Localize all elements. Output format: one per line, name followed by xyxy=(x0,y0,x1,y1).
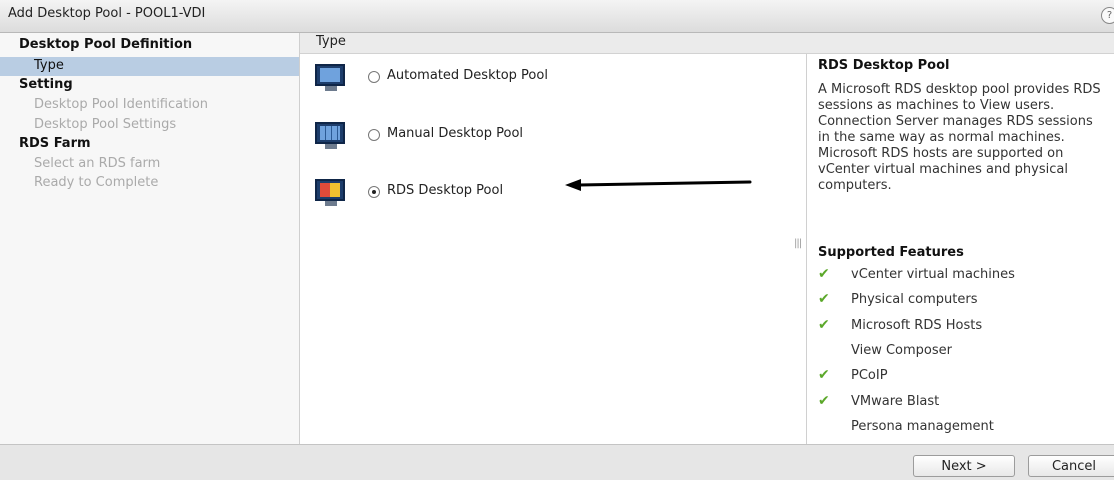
sidebar-heading-definition: Desktop Pool Definition xyxy=(19,37,193,52)
feature-item: ✔ Microsoft RDS Hosts xyxy=(818,317,1108,337)
option-manual-desktop-pool[interactable]: Manual Desktop Pool xyxy=(315,122,785,156)
check-icon: ✔ xyxy=(818,266,830,282)
option-automated-desktop-pool[interactable]: Automated Desktop Pool xyxy=(315,64,785,98)
panel-resize-grip-icon[interactable]: ||| xyxy=(794,238,802,249)
feature-label: Microsoft RDS Hosts xyxy=(851,317,983,333)
sidebar-step-select-rds-farm[interactable]: Select an RDS farm xyxy=(34,156,160,171)
sidebar-heading-setting: Setting xyxy=(19,77,73,92)
sidebar-step-pool-identification[interactable]: Desktop Pool Identification xyxy=(34,97,208,112)
window-title: Add Desktop Pool - POOL1-VDI xyxy=(8,6,206,21)
pool-type-options: Automated Desktop Pool Manual Desktop Po… xyxy=(300,54,805,444)
help-icon[interactable]: ? xyxy=(1101,7,1114,24)
check-icon: ✔ xyxy=(818,367,830,384)
panel-divider xyxy=(806,54,807,444)
section-title: Type xyxy=(316,34,346,49)
arrow-annotation-icon xyxy=(565,179,752,191)
check-icon: ✔ xyxy=(818,291,830,308)
window-titlebar: Add Desktop Pool - POOL1-VDI ? xyxy=(0,0,1114,33)
check-icon: ✔ xyxy=(818,316,830,333)
automated-pool-icon xyxy=(315,64,345,91)
next-button[interactable]: Next > xyxy=(913,455,1015,477)
check-icon: ✔ xyxy=(818,392,830,409)
manual-pool-radio[interactable] xyxy=(368,129,380,141)
sidebar-step-type[interactable]: Type xyxy=(0,57,299,76)
option-label: RDS Desktop Pool xyxy=(387,183,504,198)
feature-label: View Composer xyxy=(851,342,952,358)
feature-item: View Composer xyxy=(818,342,1108,362)
wizard-footer: Next > Cancel xyxy=(0,444,1114,480)
automated-pool-radio[interactable] xyxy=(368,71,380,83)
feature-item: ✔ PCoIP xyxy=(818,367,1108,387)
rds-pool-icon xyxy=(315,179,345,206)
sidebar-step-label: Type xyxy=(34,58,64,73)
option-label: Manual Desktop Pool xyxy=(387,126,524,141)
option-label: Automated Desktop Pool xyxy=(387,68,548,83)
feature-label: Physical computers xyxy=(851,292,978,308)
sidebar-heading-rds-farm: RDS Farm xyxy=(19,136,91,151)
sidebar-step-ready-to-complete[interactable]: Ready to Complete xyxy=(34,175,158,190)
supported-features-title: Supported Features xyxy=(818,245,964,260)
rds-pool-radio[interactable] xyxy=(368,186,380,198)
feature-label: VMware Blast xyxy=(851,393,940,409)
feature-label: vCenter virtual machines xyxy=(851,267,1015,282)
feature-label: Persona management xyxy=(851,418,994,434)
cancel-button[interactable]: Cancel xyxy=(1028,455,1114,477)
details-panel: RDS Desktop Pool A Microsoft RDS desktop… xyxy=(808,54,1114,444)
manual-pool-icon xyxy=(315,122,345,149)
sidebar-step-pool-settings[interactable]: Desktop Pool Settings xyxy=(34,117,176,132)
feature-label: PCoIP xyxy=(851,368,888,384)
feature-item: ✔ vCenter virtual machines xyxy=(818,266,1108,286)
feature-item: ✔ VMware Blast xyxy=(818,393,1108,413)
section-header: Type xyxy=(300,33,1114,54)
wizard-steps-sidebar: Desktop Pool Definition Type Setting Des… xyxy=(0,33,300,444)
feature-item: ✔ Physical computers xyxy=(818,291,1108,311)
details-title: RDS Desktop Pool xyxy=(818,58,950,73)
feature-item: Persona management xyxy=(818,418,1108,438)
details-description: A Microsoft RDS desktop pool provides RD… xyxy=(818,82,1101,193)
